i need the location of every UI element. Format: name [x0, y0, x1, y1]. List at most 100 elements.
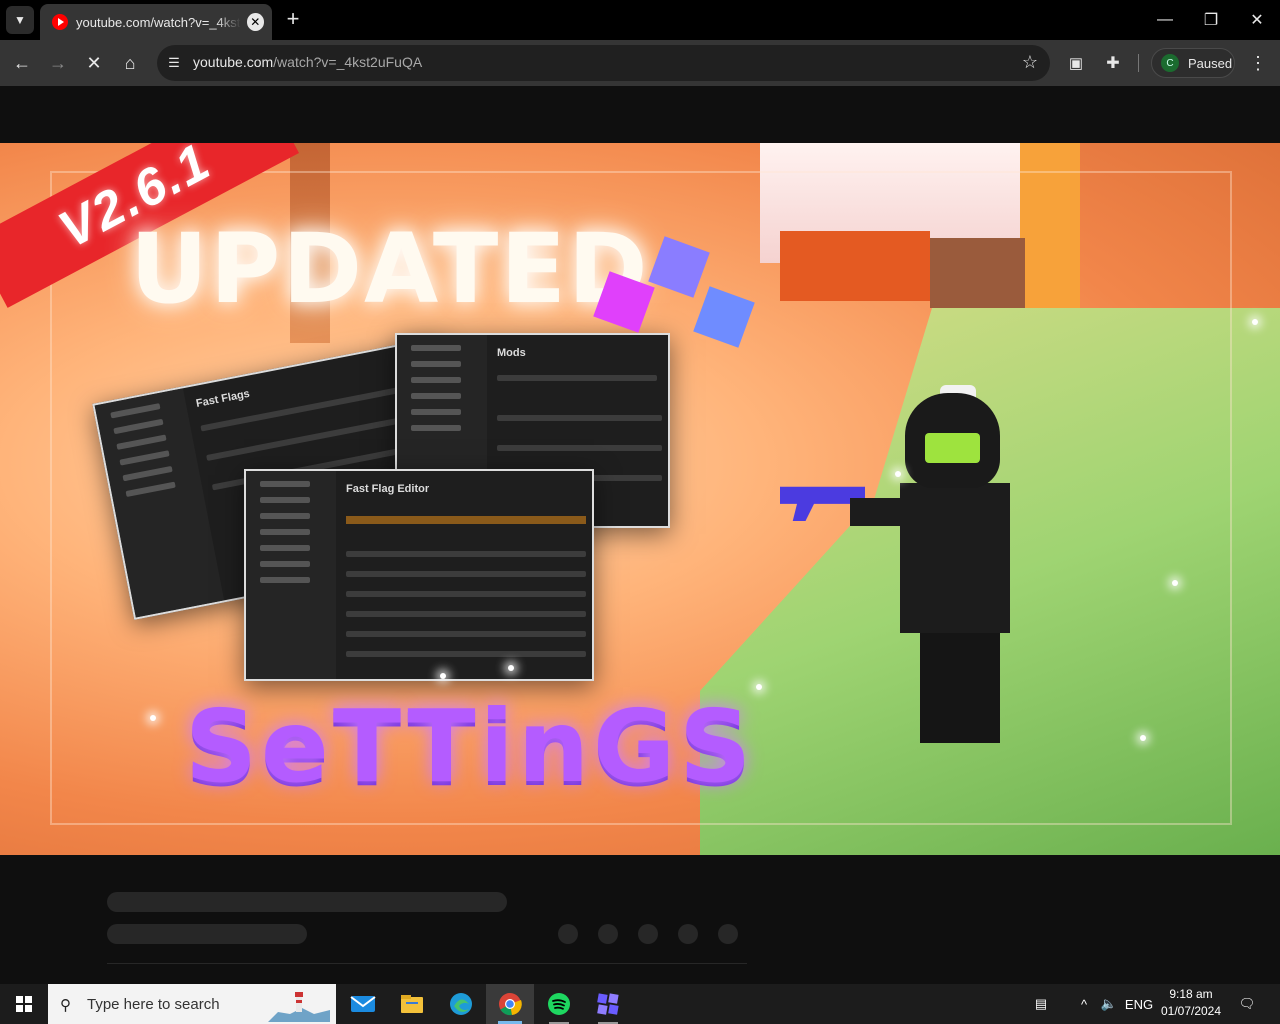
thumbnail-subline: SeTTinGS: [185, 688, 756, 805]
sparkle: [895, 471, 901, 477]
tab-title: youtube.com/watch?v=_4kst2uFuQA: [76, 14, 241, 30]
windows-taskbar: ⚲ Type here to search ▤ ^ 🔈 ENG 9:18 am …: [0, 984, 1280, 1024]
avatar: C: [1161, 54, 1179, 72]
taskbar-chrome[interactable]: [486, 984, 534, 1024]
video-player[interactable]: V2.6.1 UPDATED Fast Flags Mods Fast Flag…: [0, 143, 1280, 855]
menu-button[interactable]: ⋮: [1244, 49, 1272, 77]
language-indicator[interactable]: ENG: [1122, 984, 1156, 1024]
taskbar-roblox-studio[interactable]: [584, 984, 632, 1024]
show-hidden-icons-button[interactable]: ^: [1072, 984, 1096, 1024]
new-tab-button[interactable]: +: [282, 8, 304, 30]
address-bar[interactable]: ☰ youtube.com/watch?v=_4kst2uFuQA ☆: [157, 45, 1050, 81]
taskbar-clock[interactable]: 9:18 am 01/07/2024: [1158, 986, 1224, 1020]
kebab-menu-icon: ⋮: [1249, 52, 1267, 73]
cast-button[interactable]: ▣: [1062, 49, 1090, 77]
panel-sidebar: [246, 471, 336, 679]
address-url[interactable]: youtube.com/watch?v=_4kst2uFuQA: [193, 54, 422, 70]
panel-row: [497, 415, 662, 421]
profile-status: Paused: [1188, 55, 1233, 71]
taskbar-search[interactable]: ⚲ Type here to search: [48, 984, 336, 1024]
panel-row: [346, 631, 586, 637]
panel-row: [497, 445, 662, 451]
close-window-button[interactable]: ✕: [1234, 0, 1280, 40]
bookmark-star-icon[interactable]: ☆: [1022, 52, 1038, 73]
sparkle: [150, 715, 156, 721]
stop-loading-button[interactable]: ✕: [80, 49, 108, 77]
sparkle: [1140, 735, 1146, 741]
cube: [693, 286, 755, 348]
notifications-button[interactable]: 🗨: [1232, 984, 1262, 1024]
forward-button[interactable]: →: [44, 49, 72, 77]
file-explorer-icon: [401, 995, 423, 1013]
site-info-icon[interactable]: ☰: [165, 54, 183, 72]
tab-strip: ▼ youtube.com/watch?v=_4kst2uFuQA ✕ + — …: [0, 0, 1280, 40]
minimize-button[interactable]: —: [1142, 0, 1188, 40]
taskbar-edge[interactable]: [437, 984, 485, 1024]
sparkle: [1252, 319, 1258, 325]
restore-icon: ❐: [1203, 12, 1219, 29]
profile-button[interactable]: C Paused: [1151, 48, 1235, 78]
sparkle: [508, 665, 514, 671]
panel-row: [346, 651, 586, 657]
panel-row: [346, 591, 586, 597]
cube: [593, 271, 655, 333]
windows-logo-icon: [16, 996, 32, 1012]
close-tab-icon[interactable]: ✕: [246, 13, 264, 31]
close-icon: ✕: [86, 52, 102, 73]
sparkle: [1172, 580, 1178, 586]
search-placeholder: Type here to search: [87, 995, 220, 1013]
arrow-left-icon: ←: [13, 52, 31, 73]
restore-button[interactable]: ❐: [1188, 0, 1234, 40]
skeleton-divider: [107, 963, 747, 964]
chrome-icon: [499, 993, 522, 1016]
video-info-skeleton: [0, 855, 1280, 980]
tab-search-button[interactable]: ▼: [6, 6, 34, 34]
thumbnail-headline: UPDATED: [130, 213, 650, 325]
cast-icon: ▣: [1068, 55, 1084, 72]
youtube-favicon-icon: [52, 14, 68, 30]
avatar-face: [925, 433, 980, 463]
cube: [648, 236, 710, 298]
panel-row: [346, 611, 586, 617]
action-placeholder: [718, 924, 738, 944]
neon-cubes: [593, 233, 755, 373]
chevron-up-icon: ^: [1080, 996, 1088, 1012]
news-widget-button[interactable]: ▤: [1024, 984, 1058, 1024]
taskbar-mail[interactable]: [339, 984, 387, 1024]
panel-title: Mods: [497, 347, 526, 359]
toolbar-separator: [1138, 54, 1139, 72]
sparkle: [756, 684, 762, 690]
mail-icon: [350, 996, 376, 1012]
puzzle-icon: ✚: [1106, 55, 1120, 72]
start-button[interactable]: [0, 984, 48, 1024]
panel-row: [346, 551, 586, 557]
action-placeholder: [638, 924, 658, 944]
minimize-icon: —: [1157, 11, 1173, 28]
close-icon: ✕: [1250, 12, 1264, 29]
chevron-down-icon: ▼: [14, 13, 26, 27]
home-button[interactable]: ⌂: [116, 49, 144, 77]
active-tab[interactable]: youtube.com/watch?v=_4kst2uFuQA ✕: [40, 4, 272, 40]
avatar-legs: [920, 633, 1000, 743]
action-placeholder: [558, 924, 578, 944]
youtube-masthead: [0, 86, 1280, 143]
url-host: youtube.com: [193, 54, 274, 70]
sparkle: [440, 673, 446, 679]
panel-warning-bar: [346, 516, 586, 524]
settings-panel-fast-flag-editor: Fast Flag Editor: [244, 469, 594, 681]
arrow-right-icon: →: [49, 52, 67, 73]
back-button[interactable]: ←: [8, 49, 36, 77]
volume-button[interactable]: 🔈: [1096, 984, 1122, 1024]
avatar-body: [900, 483, 1010, 633]
home-icon: ⌂: [124, 52, 136, 73]
extensions-button[interactable]: ✚: [1099, 49, 1127, 77]
taskbar-spotify[interactable]: [535, 984, 583, 1024]
action-placeholder: [598, 924, 618, 944]
speaker-icon: 🔈: [1100, 996, 1118, 1011]
search-icon: ⚲: [60, 997, 71, 1014]
page-viewport: V2.6.1 UPDATED Fast Flags Mods Fast Flag…: [0, 86, 1280, 980]
taskbar-file-explorer[interactable]: [388, 984, 436, 1024]
panel-title: Fast Flags: [195, 387, 251, 410]
action-placeholder: [678, 924, 698, 944]
spotify-icon: [548, 993, 570, 1015]
